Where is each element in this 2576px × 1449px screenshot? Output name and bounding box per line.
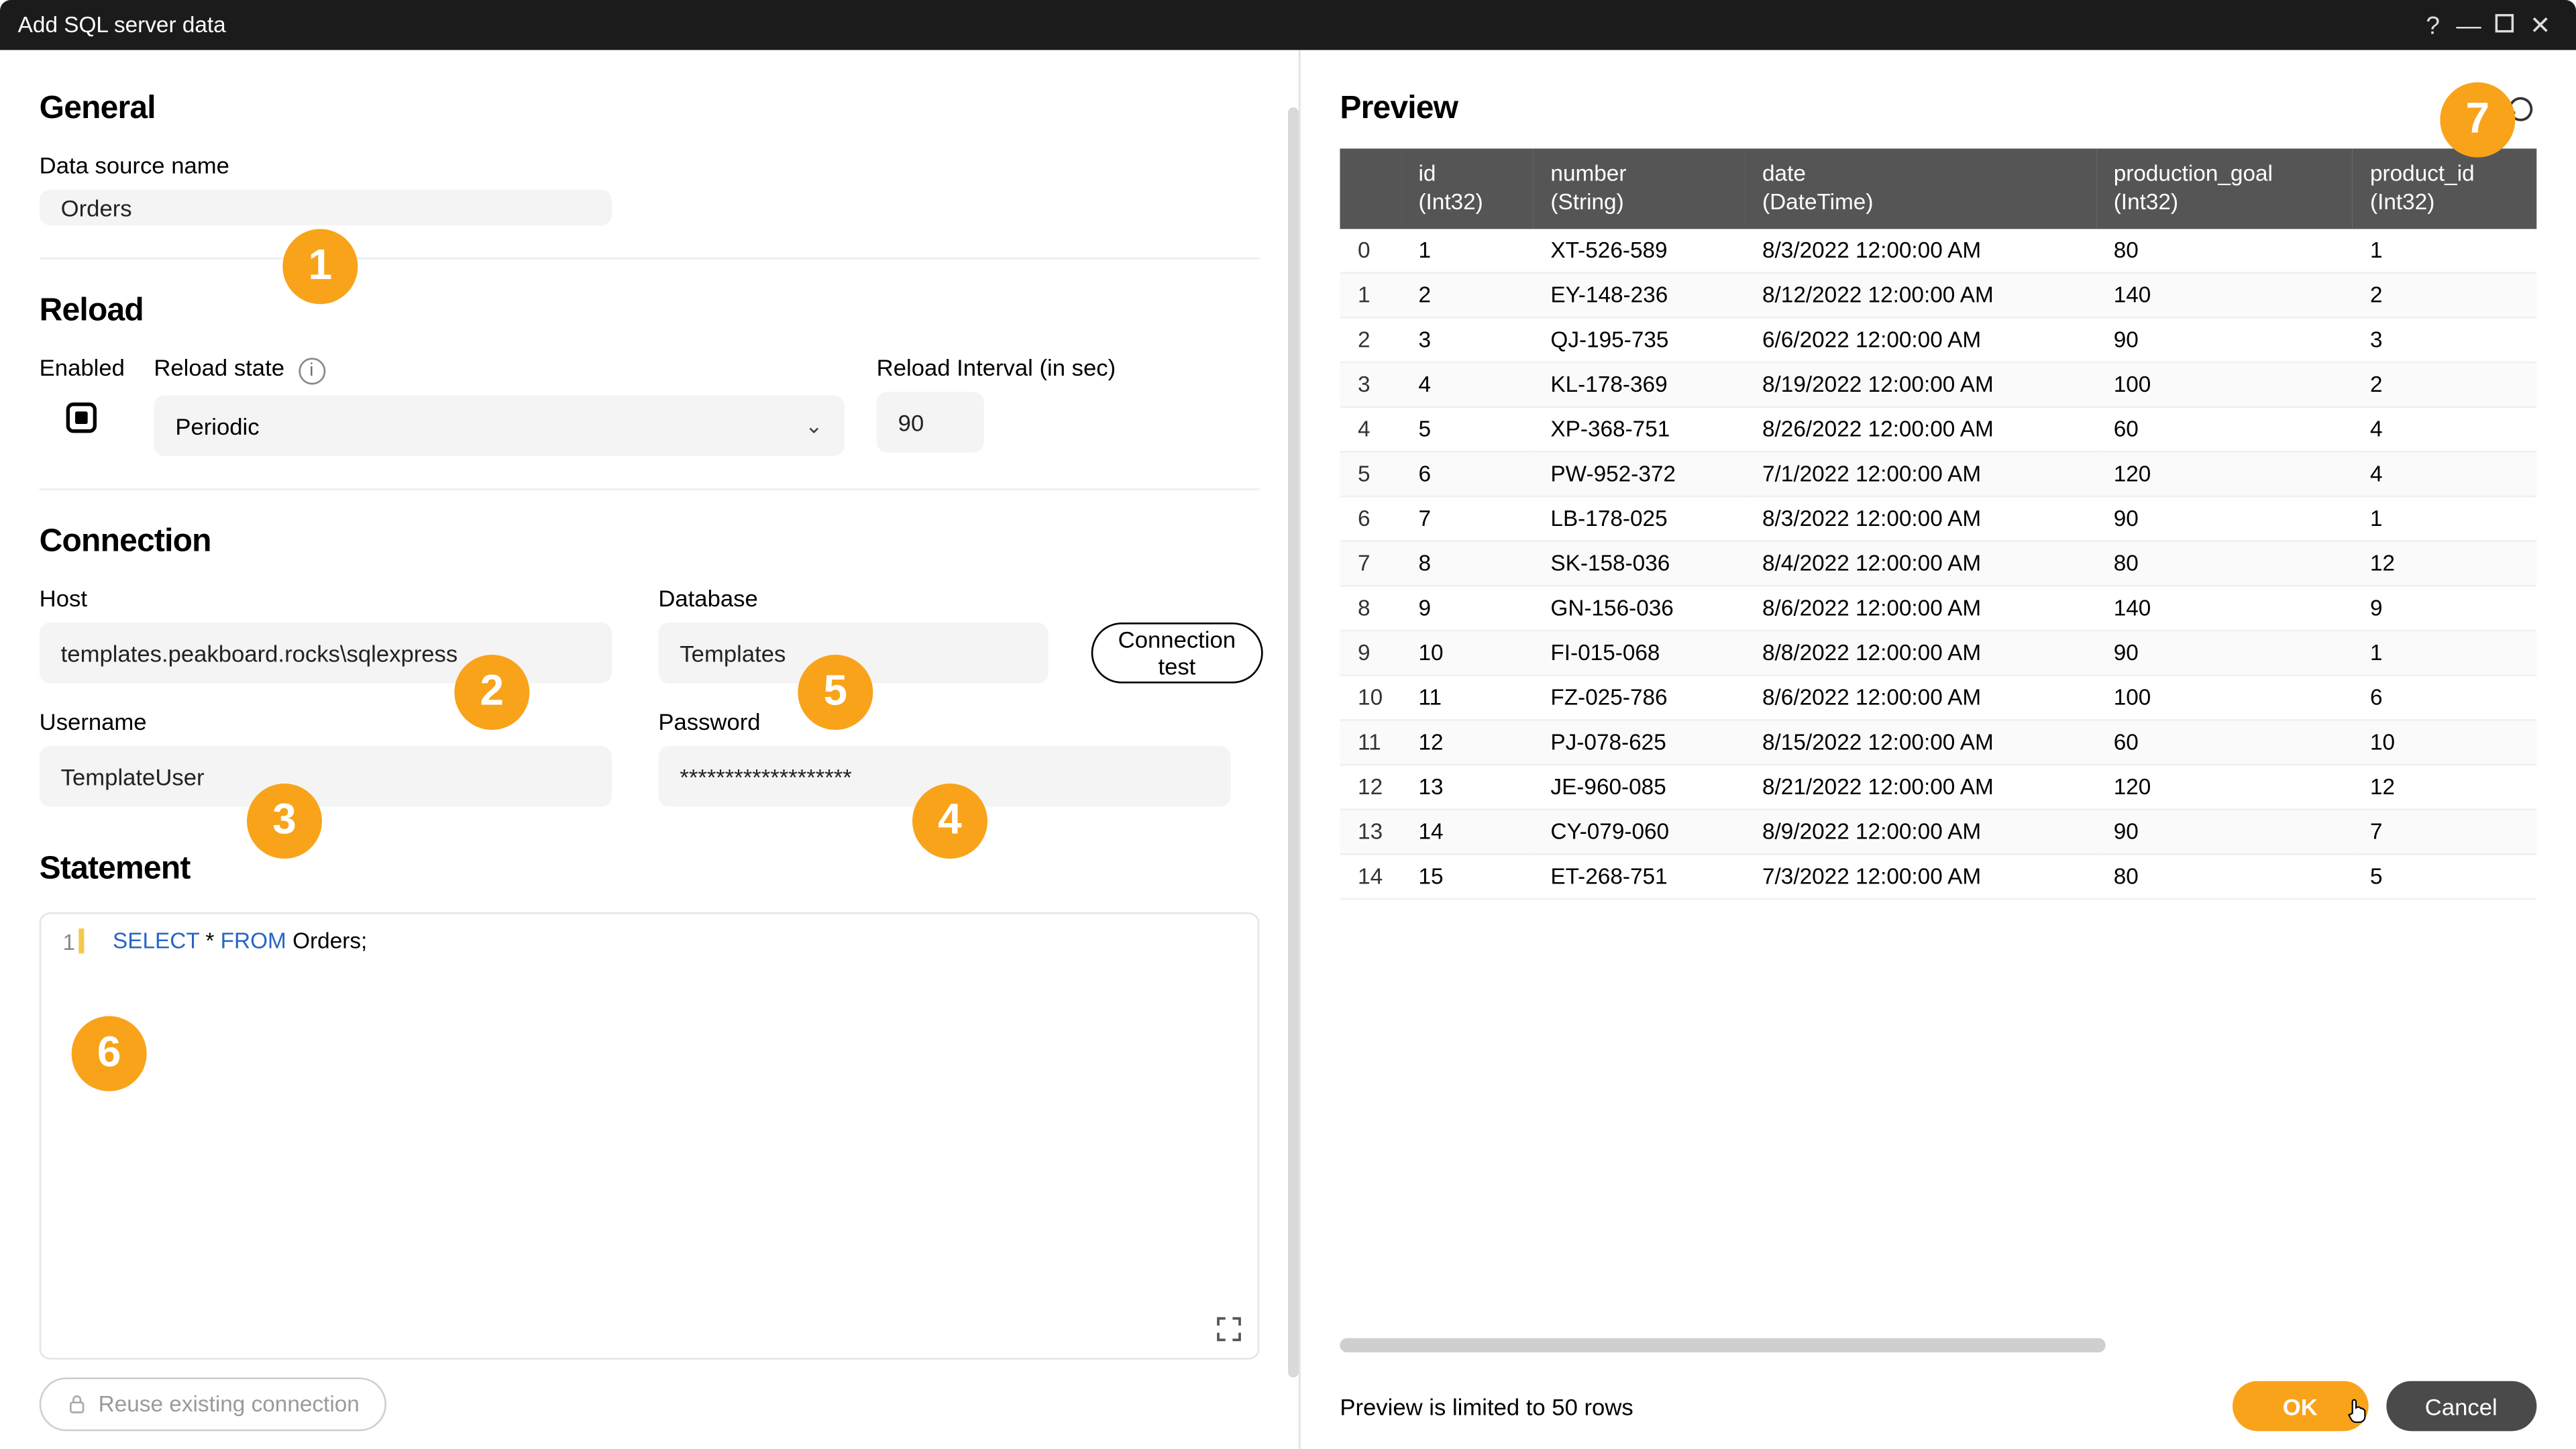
reload-state-value: Periodic <box>175 413 259 439</box>
reload-heading: Reload <box>40 292 1260 329</box>
callout-2: 2 <box>454 655 529 730</box>
reload-state-select[interactable]: Periodic ⌄ <box>154 395 844 456</box>
reuse-connection-button[interactable]: Reuse existing connection <box>40 1377 386 1431</box>
callout-4: 4 <box>912 784 987 859</box>
table-row[interactable]: 67LB-178-0258/3/2022 12:00:00 AM901 <box>1340 496 2536 541</box>
info-icon[interactable]: i <box>298 358 325 384</box>
scrollbar[interactable] <box>1288 107 1299 1377</box>
general-heading: General <box>40 89 1260 127</box>
preview-pane: Preview id(Int32) number(String) date(Da… <box>1299 50 2576 1449</box>
callout-5: 5 <box>798 655 873 730</box>
database-label: Database <box>658 585 1063 612</box>
table-row[interactable]: 1011FZ-025-7868/6/2022 12:00:00 AM1006 <box>1340 674 2536 719</box>
chevron-down-icon: ⌄ <box>805 413 823 438</box>
table-row[interactable]: 1213JE-960-0858/21/2022 12:00:00 AM12012 <box>1340 764 2536 809</box>
window-title: Add SQL server data <box>18 13 226 38</box>
connection-test-button[interactable]: Connection test <box>1091 623 1263 684</box>
col-production-goal: production_goal(Int32) <box>2096 148 2352 228</box>
table-row[interactable]: 01XT-526-5898/3/2022 12:00:00 AM801 <box>1340 228 2536 272</box>
reload-interval-input[interactable] <box>877 392 984 453</box>
table-row[interactable]: 78SK-158-0368/4/2022 12:00:00 AM8012 <box>1340 540 2536 585</box>
sql-editor[interactable]: 1 SELECT * FROM Orders; <box>40 912 1260 1360</box>
col-id: id(Int32) <box>1401 148 1533 228</box>
table-row[interactable]: 1415ET-268-7517/3/2022 12:00:00 AM805 <box>1340 853 2536 898</box>
reload-enabled-checkbox[interactable] <box>65 402 95 433</box>
col-number: number(String) <box>1533 148 1745 228</box>
help-icon[interactable]: ? <box>2415 11 2451 40</box>
host-input[interactable] <box>40 623 612 684</box>
connection-heading: Connection <box>40 523 1260 560</box>
statement-heading: Statement <box>40 850 1260 888</box>
col-date: date(DateTime) <box>1744 148 2096 228</box>
callout-7: 7 <box>2440 83 2515 158</box>
table-row[interactable]: 1112PJ-078-6258/15/2022 12:00:00 AM6010 <box>1340 719 2536 764</box>
table-row[interactable]: 23QJ-195-7356/6/2022 12:00:00 AM903 <box>1340 317 2536 362</box>
preview-heading: Preview <box>1340 89 1458 127</box>
col-product-id: product_id(Int32) <box>2352 148 2536 228</box>
username-label: Username <box>40 708 630 735</box>
expand-icon[interactable] <box>1215 1315 1244 1344</box>
table-row[interactable]: 12EY-148-2368/12/2022 12:00:00 AM1402 <box>1340 272 2536 317</box>
col-index <box>1340 148 1400 228</box>
callout-3: 3 <box>247 784 322 859</box>
horizontal-scrollbar[interactable] <box>1340 1338 2536 1352</box>
table-row[interactable]: 89GN-156-0368/6/2022 12:00:00 AM1409 <box>1340 585 2536 630</box>
table-row[interactable]: 1314CY-079-0608/9/2022 12:00:00 AM907 <box>1340 808 2536 853</box>
cancel-button[interactable]: Cancel <box>2385 1381 2536 1432</box>
reload-interval-label: Reload Interval (in sec) <box>877 354 1116 381</box>
table-row[interactable]: 56PW-952-3727/1/2022 12:00:00 AM1204 <box>1340 451 2536 496</box>
data-source-name-input[interactable] <box>40 190 612 225</box>
callout-1: 1 <box>282 229 358 304</box>
sql-line: SELECT * FROM Orders; <box>113 928 1240 953</box>
host-label: Host <box>40 585 630 612</box>
maximize-icon[interactable] <box>2487 11 2522 40</box>
callout-6: 6 <box>72 1016 147 1091</box>
close-icon[interactable]: ✕ <box>2522 10 2558 40</box>
minimize-icon[interactable]: — <box>2451 11 2486 40</box>
titlebar: Add SQL server data ? — ✕ <box>0 0 2576 50</box>
reload-state-label: Reload state i <box>154 354 844 384</box>
preview-limit-note: Preview is limited to 50 rows <box>1340 1393 1633 1419</box>
table-row[interactable]: 45XP-368-7518/26/2022 12:00:00 AM604 <box>1340 406 2536 451</box>
password-label: Password <box>658 708 1248 735</box>
table-row[interactable]: 34KL-178-3698/19/2022 12:00:00 AM1002 <box>1340 362 2536 407</box>
cursor-icon <box>2343 1395 2372 1424</box>
reload-enabled-label: Enabled <box>40 354 122 381</box>
table-row[interactable]: 910FI-015-0688/8/2022 12:00:00 AM901 <box>1340 630 2536 675</box>
data-source-name-label: Data source name <box>40 152 1260 179</box>
settings-pane: General Data source name Reload Enabled … <box>0 50 1299 1449</box>
username-input[interactable] <box>40 746 612 807</box>
lock-icon <box>66 1393 88 1415</box>
preview-table: id(Int32) number(String) date(DateTime) … <box>1340 148 2536 899</box>
